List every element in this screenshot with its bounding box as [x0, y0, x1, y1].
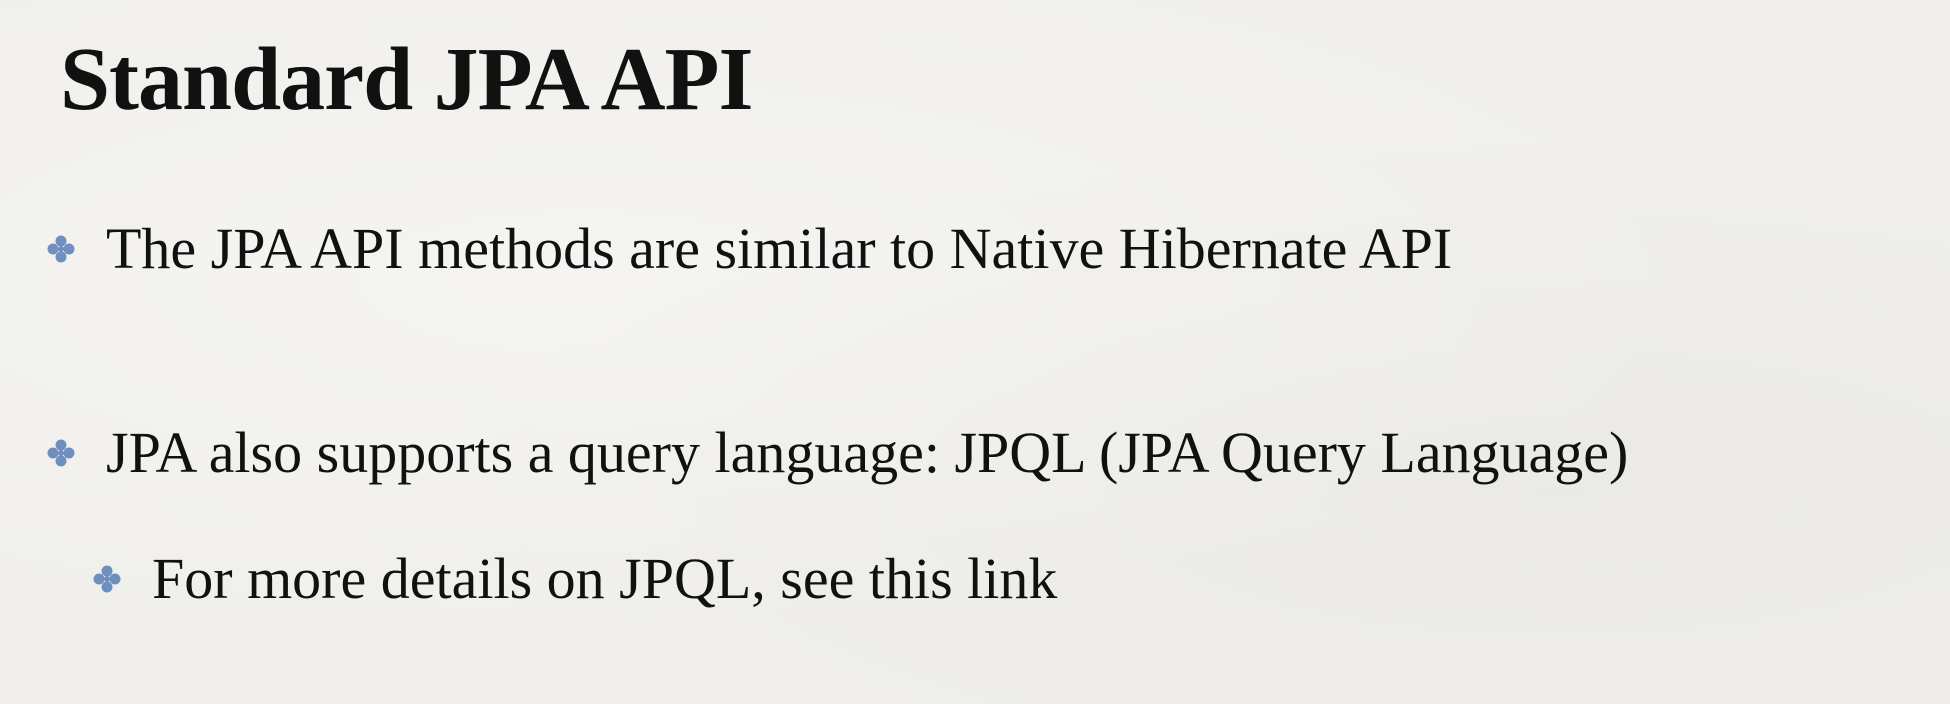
jpql-link-text[interactable]: For more details on JPQL, see this link [152, 544, 1057, 614]
bullet-item: The JPA API methods are similar to Nativ… [46, 214, 1452, 284]
bullet-text: JPA also supports a query language: JPQL… [106, 420, 1629, 485]
clover-bullet-icon [47, 235, 75, 263]
clover-bullet-icon [93, 565, 121, 593]
bullet-item: JPA also supports a query language: JPQL… [46, 418, 1628, 488]
slide-title: Standard JPA API [60, 30, 753, 129]
bullet-text: The JPA API methods are similar to Nativ… [106, 216, 1453, 281]
clover-bullet-icon [47, 439, 75, 467]
sub-bullet-item: For more details on JPQL, see this link [92, 544, 1057, 614]
slide: Standard JPA API The JPA API methods are… [0, 0, 1950, 704]
